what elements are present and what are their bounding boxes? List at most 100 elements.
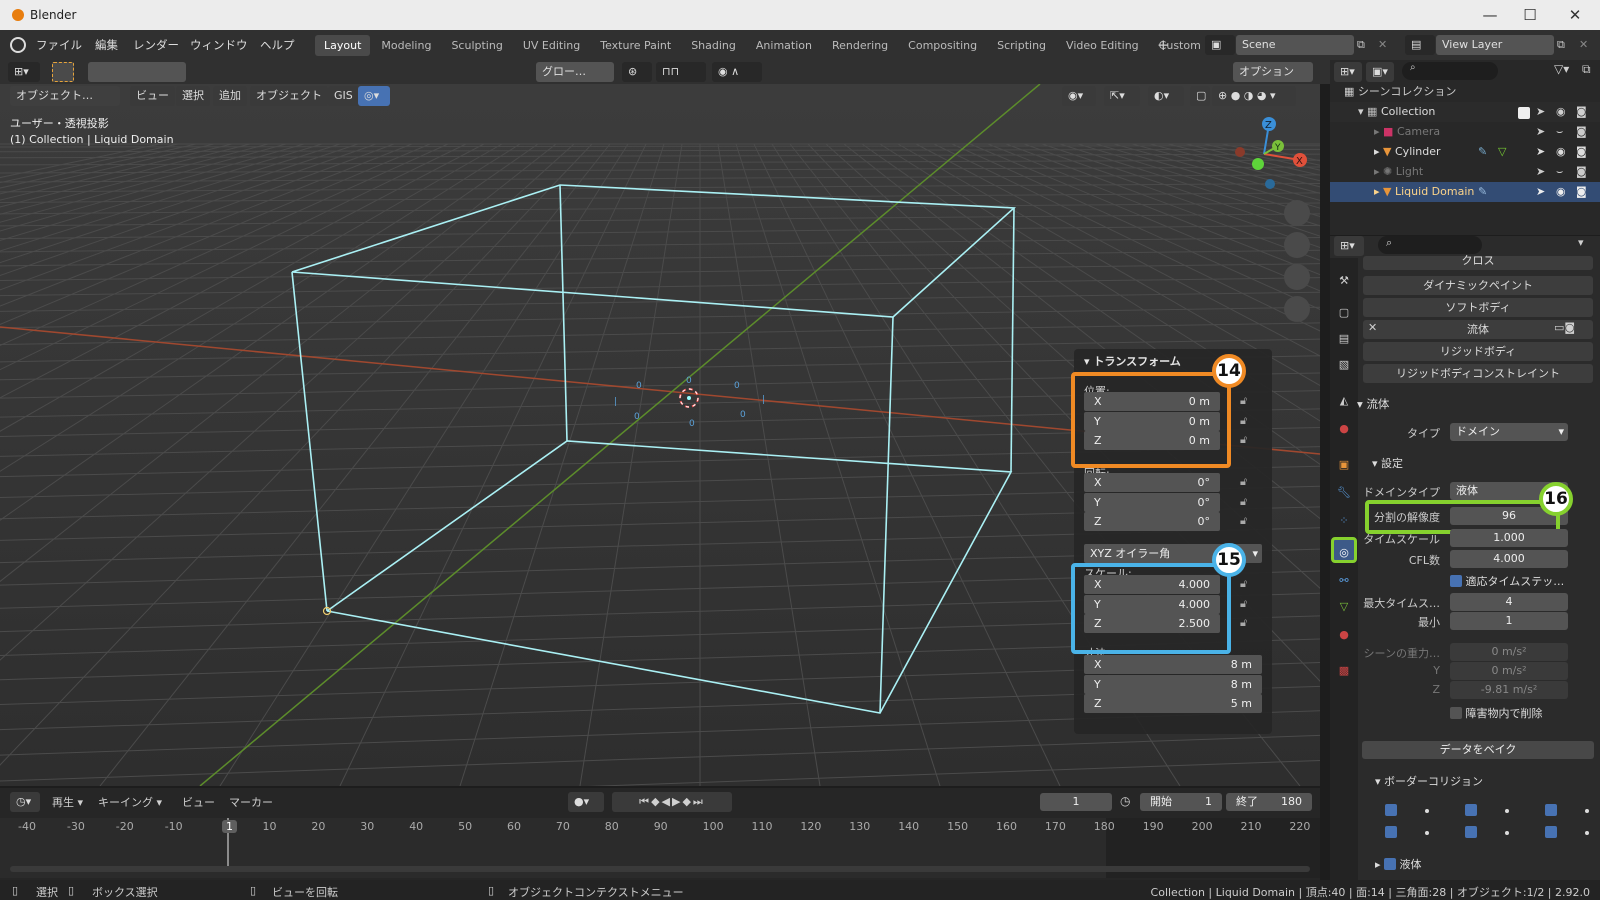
- menu-window[interactable]: ウィンドウ: [190, 37, 248, 53]
- gizmo-toggle-icon[interactable]: ⇱▾: [1104, 86, 1140, 106]
- rigid-body-button[interactable]: リジッドボディ: [1363, 342, 1593, 361]
- border-checkbox[interactable]: [1385, 804, 1397, 816]
- settings-subpanel[interactable]: ▾ 設定: [1372, 455, 1403, 471]
- scene-icon[interactable]: ▣: [1205, 35, 1235, 55]
- border-keyframe-dot[interactable]: [1505, 809, 1509, 813]
- scene-tab-icon[interactable]: ◭: [1331, 388, 1357, 414]
- dimensions-x-field[interactable]: X 8 m: [1084, 655, 1262, 674]
- visibility-icon[interactable]: ◉▾: [1062, 86, 1096, 106]
- soft-body-button[interactable]: ソフトボディ: [1363, 298, 1593, 317]
- tab-sculpting[interactable]: Sculpting: [442, 35, 511, 56]
- gravity-z-field[interactable]: -9.81 m/s²: [1450, 681, 1568, 699]
- tab-texture-paint[interactable]: Texture Paint: [591, 35, 680, 56]
- outliner-search-input[interactable]: ⌕: [1402, 62, 1498, 80]
- gravity-y-field[interactable]: 0 m/s²: [1450, 662, 1568, 680]
- close-icon[interactable]: ✕: [1555, 4, 1595, 26]
- perspective-grid-icon[interactable]: [1284, 296, 1310, 322]
- playback-controls-icon[interactable]: ⏮◆◀▶◆⏭: [612, 792, 732, 812]
- timeline-scrollbar[interactable]: [10, 866, 1310, 872]
- tab-layout[interactable]: Layout: [315, 35, 371, 56]
- dimensions-y-field[interactable]: Y 8 m: [1084, 674, 1262, 694]
- lock-icon[interactable]: 🔓︎: [1240, 597, 1247, 611]
- tab-compositing[interactable]: Compositing: [899, 35, 986, 56]
- start-frame-field[interactable]: 開始 1: [1140, 793, 1222, 811]
- auto-keying-icon[interactable]: ●▾: [568, 792, 604, 812]
- outliner-liquid-domain[interactable]: ▸ ▼ Liquid Domain ✎ ➤ ◉ ◙: [1330, 182, 1600, 202]
- min-timestep-field[interactable]: 1: [1450, 612, 1568, 630]
- outliner-camera[interactable]: ▸ ■ Camera ➤ ⌣ ◙: [1330, 122, 1600, 142]
- gis-toggle-icon[interactable]: ◎▾: [358, 86, 390, 106]
- proportional-edit-icon[interactable]: ◉ ∧: [712, 62, 762, 82]
- properties-options-icon[interactable]: ▾: [1578, 236, 1584, 249]
- tab-rendering[interactable]: Rendering: [823, 35, 897, 56]
- delete-in-obstacle-checkbox[interactable]: 障害物内で削除: [1450, 705, 1543, 721]
- liquid-subpanel[interactable]: ▸ 液体: [1375, 856, 1422, 872]
- options-dropdown[interactable]: オプション: [1233, 62, 1313, 82]
- border-keyframe-dot[interactable]: [1585, 831, 1589, 835]
- border-checkbox[interactable]: [1385, 826, 1397, 838]
- minimize-icon[interactable]: —: [1470, 4, 1510, 26]
- tab-animation[interactable]: Animation: [747, 35, 821, 56]
- border-keyframe-dot[interactable]: [1425, 831, 1429, 835]
- object-tab-icon[interactable]: ▣: [1331, 452, 1357, 478]
- pan-hand-icon[interactable]: [1284, 232, 1310, 258]
- timescale-field[interactable]: 1.000: [1450, 529, 1568, 547]
- selection-mode-icons[interactable]: [88, 62, 186, 82]
- timeline-editor-icon[interactable]: ◷▾: [10, 792, 40, 812]
- menu-render[interactable]: レンダー: [133, 37, 179, 53]
- border-keyframe-dot[interactable]: [1585, 809, 1589, 813]
- delete-view-layer-icon[interactable]: ✕: [1579, 38, 1588, 51]
- lock-icon[interactable]: 🔓︎: [1240, 514, 1247, 528]
- render-tab-icon[interactable]: ▢: [1331, 300, 1357, 326]
- rotation-x-field[interactable]: X 0°: [1084, 473, 1220, 492]
- lock-icon[interactable]: 🔓︎: [1240, 616, 1247, 630]
- outliner-light[interactable]: ▸ ✺ Light ➤ ⌣ ◙: [1330, 162, 1600, 182]
- view-layer-tab-icon[interactable]: ▧: [1331, 352, 1357, 378]
- snap-icon[interactable]: ⊓⊓: [656, 62, 706, 82]
- outliner-collection[interactable]: ▾ ▦ Collection ➤ ◉ ◙: [1330, 102, 1600, 122]
- keying-menu[interactable]: キーイング ▾: [98, 794, 162, 810]
- overlay-icon[interactable]: ◐▾: [1148, 86, 1184, 106]
- border-checkbox[interactable]: [1545, 804, 1557, 816]
- output-tab-icon[interactable]: ▤: [1331, 326, 1357, 352]
- lock-icon[interactable]: 🔓︎: [1240, 495, 1247, 509]
- border-checkbox[interactable]: [1465, 804, 1477, 816]
- border-keyframe-dot[interactable]: [1425, 809, 1429, 813]
- tab-video-editing[interactable]: Video Editing: [1057, 35, 1148, 56]
- tool-tab-icon[interactable]: ⚒: [1331, 268, 1357, 294]
- new-collection-icon[interactable]: ⧉: [1582, 62, 1591, 77]
- add-menu[interactable]: 追加: [213, 86, 247, 106]
- view-layer-selector[interactable]: View Layer: [1436, 35, 1554, 55]
- mode-dropdown[interactable]: オブジェクト…: [10, 86, 120, 106]
- rotation-y-field[interactable]: Y 0°: [1084, 492, 1220, 512]
- navigation-gizmo[interactable]: Z X Y: [1220, 114, 1310, 204]
- max-timestep-field[interactable]: 4: [1450, 593, 1568, 611]
- lock-icon[interactable]: 🔓︎: [1240, 475, 1247, 489]
- fluid-section-header[interactable]: ▾ 流体: [1357, 396, 1389, 412]
- blender-menu-icon[interactable]: [10, 37, 26, 53]
- menu-help[interactable]: ヘルプ: [260, 37, 295, 53]
- dynamic-paint-button[interactable]: ダイナミックペイント: [1363, 276, 1593, 295]
- select-tool-icon[interactable]: [52, 62, 74, 82]
- shading-modes-icon[interactable]: ⊕ ● ◑ ◕ ▾: [1212, 86, 1296, 106]
- fluid-visibility-icons[interactable]: ▭◙: [1554, 321, 1575, 334]
- current-frame-field[interactable]: 1: [1040, 793, 1112, 811]
- transform-orientation-dropdown[interactable]: グロー…: [536, 62, 614, 82]
- tab-modeling[interactable]: Modeling: [372, 35, 440, 56]
- scene-selector[interactable]: Scene: [1236, 35, 1354, 55]
- pivot-icon[interactable]: ⊛: [622, 62, 652, 82]
- editor-type-icon[interactable]: ⊞▾: [8, 62, 40, 82]
- object-menu[interactable]: オブジェクト: [250, 86, 328, 106]
- rotation-z-field[interactable]: Z 0°: [1084, 512, 1220, 531]
- display-mode-icon[interactable]: ▣▾: [1366, 62, 1394, 82]
- view-menu[interactable]: ビュー: [130, 86, 175, 106]
- menu-edit[interactable]: 編集: [95, 37, 118, 53]
- constraints-tab-icon[interactable]: ⚯: [1331, 568, 1357, 594]
- rigid-body-constraint-button[interactable]: リジッドボディコンストレイント: [1363, 364, 1593, 383]
- cfl-field[interactable]: 4.000: [1450, 550, 1568, 568]
- gravity-x-field[interactable]: 0 m/s²: [1450, 643, 1568, 661]
- delete-scene-icon[interactable]: ✕: [1378, 38, 1387, 51]
- lock-icon[interactable]: 🔓︎: [1240, 394, 1247, 408]
- select-menu[interactable]: 選択: [176, 86, 210, 106]
- type-dropdown[interactable]: ドメイン ▾: [1450, 423, 1568, 441]
